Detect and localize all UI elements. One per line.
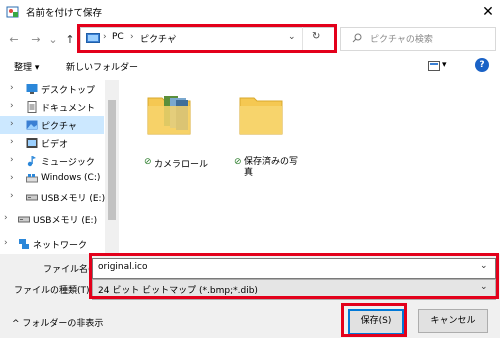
document-icon [27,101,37,113]
sidebar-item-label: USBメモリ (E:) [41,194,106,204]
folder-camera-roll[interactable]: ⊘ カメラロール [140,92,208,184]
cancel-button[interactable]: キャンセル [418,309,488,333]
sidebar-item-label: ビデオ [41,140,69,150]
folder-label: 保存済みの写 真 [244,157,299,178]
sidebar-scrollbar-thumb[interactable] [108,100,116,220]
hide-folders-toggle[interactable]: ^ フォルダーの非表示 [12,316,103,329]
music-icon [27,156,36,167]
desktop-icon [26,84,38,94]
sidebar-item-pictures[interactable]: › ピクチャ [0,116,104,134]
sidebar-item-desktop[interactable]: › デスクトップ [0,80,104,98]
back-button[interactable]: ← [6,32,22,48]
new-folder-button[interactable]: 新しいフォルダー [66,60,138,73]
expand-chevron-icon[interactable]: › [10,191,18,201]
sidebar-item-label: ネットワーク [33,241,88,251]
sidebar-item-label: USBメモリ (E:) [33,216,98,226]
help-button[interactable]: ? [475,58,489,72]
sidebar-item-label: ピクチャ [41,122,77,132]
recent-locations-button[interactable]: ⌄ [48,32,58,48]
expand-chevron-icon[interactable]: › [10,137,18,147]
video-icon [26,138,38,148]
sync-status-icon: ⊘ [234,157,242,167]
sidebar-item-usb-e[interactable]: › USBメモリ (E:) [0,188,106,206]
sidebar-item-label: Windows (C:) [41,173,101,183]
picture-icon [26,120,38,130]
sync-status-icon: ⊘ [144,157,152,167]
highlight-box-address [77,24,337,53]
sidebar-item-label: ドキュメント [41,104,96,114]
view-options-icon[interactable] [428,61,440,71]
network-icon [19,239,29,249]
paint-app-icon [6,6,19,18]
sidebar-item-label: ミュージック [41,158,95,168]
sidebar-item-documents[interactable]: › ドキュメント [0,98,104,116]
expand-chevron-icon[interactable]: › [10,83,18,93]
highlight-box-form [89,253,499,299]
forward-button[interactable]: → [28,32,44,48]
expand-chevron-icon[interactable]: › [10,155,18,165]
close-button[interactable]: ✕ [478,2,498,22]
drive-icon [26,174,38,183]
folder-with-photos-icon [147,96,191,135]
folder-label: カメラロール [154,160,209,170]
highlight-box-save [341,303,407,337]
sidebar-item-usb-e-root[interactable]: › USBメモリ (E:) [0,210,118,228]
folder-saved-pictures[interactable]: ⊘ 保存済みの写 真 [232,92,298,184]
expand-chevron-icon[interactable]: › [4,238,12,248]
filetype-label: ファイルの種類(T): [14,286,93,296]
folder-icon [239,97,283,135]
expand-chevron-icon[interactable]: › [4,213,12,223]
window-title: 名前を付けて保存 [26,8,103,19]
expand-chevron-icon[interactable]: › [10,119,18,129]
expand-chevron-icon[interactable]: › [10,173,18,183]
sidebar-item-videos[interactable]: › ビデオ [0,134,104,152]
sidebar-item-music[interactable]: › ミュージック [0,152,104,170]
expand-chevron-icon[interactable]: › [10,101,18,111]
view-dropdown-icon[interactable]: ▾ [442,60,447,70]
usb-drive-icon [18,216,30,223]
search-placeholder: ピクチャの検索 [370,35,433,45]
sidebar-item-network[interactable]: › ネットワーク [0,235,118,253]
sidebar-item-windows-c[interactable]: › Windows (C:) [0,170,104,188]
usb-drive-icon [26,194,38,201]
search-icon [352,33,362,43]
sidebar-item-label: デスクトップ [41,86,96,96]
organize-menu[interactable]: 整理 ▾ [14,60,39,73]
up-button[interactable]: ↑ [62,32,78,48]
